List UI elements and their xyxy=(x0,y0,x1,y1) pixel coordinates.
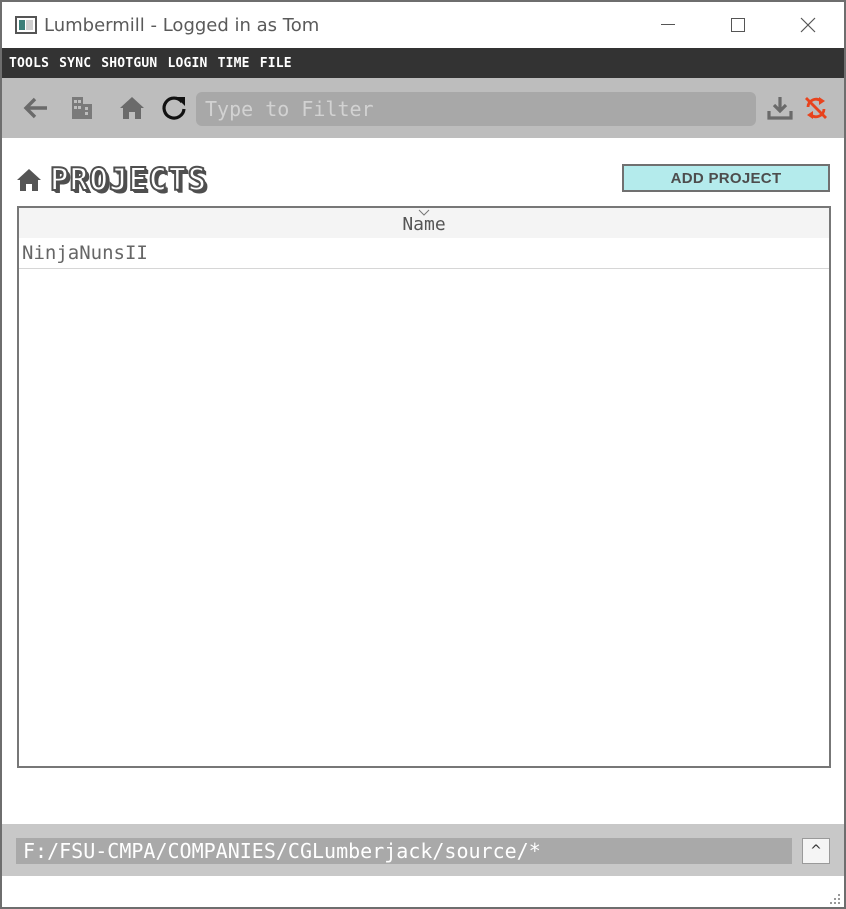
company-button[interactable] xyxy=(66,92,98,124)
menu-bar: TOOLS SYNC SHOTGUN LOGIN TIME FILE xyxy=(2,48,844,78)
resize-grip-icon[interactable] xyxy=(828,892,842,906)
close-button[interactable] xyxy=(778,2,838,48)
table-row[interactable]: NinjaNunsII xyxy=(19,238,829,269)
projects-table: Name NinjaNunsII xyxy=(17,206,831,768)
refresh-button[interactable] xyxy=(158,92,190,124)
arrow-left-icon xyxy=(23,97,47,119)
menu-time[interactable]: TIME xyxy=(218,56,250,71)
menu-login[interactable]: LOGIN xyxy=(167,56,207,71)
maximize-button[interactable] xyxy=(708,2,768,48)
menu-sync[interactable]: SYNC xyxy=(59,56,91,71)
add-project-button[interactable]: ADD PROJECT xyxy=(622,164,830,192)
path-field[interactable]: F:/FSU-CMPA/COMPANIES/CGLumberjack/sourc… xyxy=(16,838,792,864)
filter-input[interactable] xyxy=(196,92,756,126)
back-button[interactable] xyxy=(20,92,52,124)
window-title: Lumbermill - Logged in as Tom xyxy=(44,15,320,36)
toolbar xyxy=(2,78,844,138)
maximize-icon xyxy=(731,18,745,32)
minimize-icon xyxy=(661,24,675,25)
column-header-name[interactable]: Name xyxy=(19,214,829,235)
download-button[interactable] xyxy=(764,92,796,124)
project-name[interactable]: NinjaNunsII xyxy=(22,242,148,264)
projects-home-icon[interactable] xyxy=(16,168,42,194)
app-window: Lumbermill - Logged in as Tom TOOLS SYNC… xyxy=(0,0,846,909)
title-bar: Lumbermill - Logged in as Tom xyxy=(2,2,844,48)
building-icon xyxy=(72,97,92,119)
page-title: PROJECTS xyxy=(49,161,208,199)
expand-button[interactable]: ^ xyxy=(802,838,830,864)
home-icon xyxy=(17,169,41,191)
menu-file[interactable]: FILE xyxy=(260,56,292,71)
menu-shotgun[interactable]: SHOTGUN xyxy=(101,56,157,71)
download-icon xyxy=(767,97,793,120)
refresh-icon xyxy=(162,96,186,120)
sync-toggle-button[interactable] xyxy=(800,92,832,124)
app-icon xyxy=(15,16,37,34)
sync-disabled-icon xyxy=(805,97,827,119)
path-bar: F:/FSU-CMPA/COMPANIES/CGLumberjack/sourc… xyxy=(2,824,844,876)
table-header: Name xyxy=(19,208,829,238)
home-button[interactable] xyxy=(116,92,148,124)
home-icon xyxy=(120,97,144,119)
close-icon xyxy=(800,17,816,33)
minimize-button[interactable] xyxy=(638,2,698,48)
menu-tools[interactable]: TOOLS xyxy=(9,56,49,71)
